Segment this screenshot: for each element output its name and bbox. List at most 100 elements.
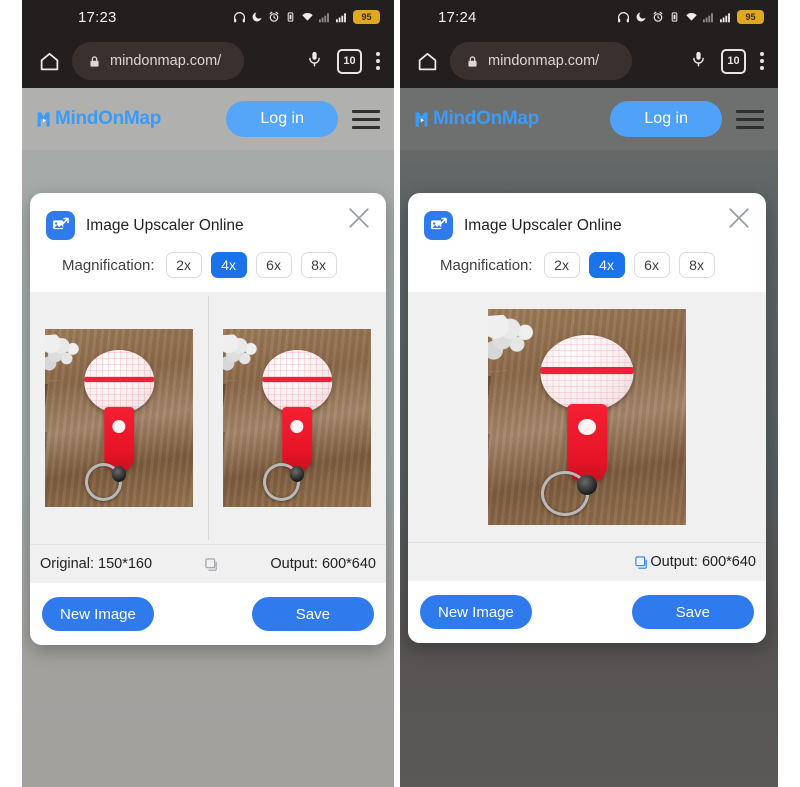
- microphone-icon[interactable]: [690, 49, 707, 74]
- original-preview-pane: [30, 292, 208, 544]
- dialog-footer: New Image Save: [408, 581, 766, 643]
- moon-dnd-icon: [636, 12, 646, 22]
- close-icon[interactable]: [344, 203, 374, 233]
- dialog-title-row: Image Upscaler Online: [46, 211, 370, 240]
- photo-red-handle: [567, 404, 607, 482]
- system-bar: 17:23 95 mindonmap.com/ 10: [22, 0, 394, 88]
- compare-toggle-icon[interactable]: [202, 555, 220, 573]
- hamburger-icon[interactable]: [352, 109, 380, 129]
- dialog-title: Image Upscaler Online: [464, 216, 622, 234]
- output-preview-pane: [408, 292, 766, 542]
- magnification-option-2x[interactable]: 2x: [543, 252, 580, 278]
- wifi-icon: [302, 13, 313, 21]
- new-image-button[interactable]: New Image: [420, 595, 532, 629]
- alarm-icon: [653, 11, 663, 22]
- status-clock: 17:24: [438, 8, 477, 26]
- magnification-label: Magnification:: [62, 256, 155, 274]
- photo-red-band: [84, 377, 154, 383]
- size-info-bar: Output: 600*640: [408, 542, 766, 581]
- dialog-header: Image Upscaler Online Magnification: 2x …: [30, 193, 386, 278]
- magnification-option-4x[interactable]: 4x: [588, 252, 625, 278]
- browser-toolbar: mindonmap.com/ 10: [22, 34, 394, 88]
- moon-dnd-icon: [252, 12, 262, 22]
- site-header: MindOnMap Log in: [400, 88, 778, 150]
- photo-red-handle: [282, 407, 312, 472]
- photo-handle-dot: [578, 419, 596, 436]
- signal-1-icon: [319, 12, 329, 22]
- battery-icon: 95: [353, 10, 380, 24]
- dialog-header: Image Upscaler Online Magnification: 2x …: [408, 193, 766, 278]
- dialog-title-row: Image Upscaler Online: [424, 211, 750, 240]
- address-bar[interactable]: mindonmap.com/: [72, 42, 244, 80]
- magnification-option-4x[interactable]: 4x: [210, 252, 247, 278]
- upscaled-image: [488, 309, 686, 525]
- status-clock: 17:23: [78, 8, 117, 26]
- address-bar-url: mindonmap.com/: [488, 53, 600, 69]
- vibrate-icon: [671, 12, 678, 22]
- page-viewport-right: MindOnMap Log in Image Upscaler Online M…: [400, 88, 778, 787]
- photo-red-band: [540, 367, 634, 374]
- site-header: MindOnMap Log in: [22, 88, 394, 150]
- phone-screenshot-left: 17:23 95 mindonmap.com/ 10 MindOnMap Log…: [22, 0, 394, 787]
- output-preview-pane: [208, 292, 386, 544]
- compare-toggle-icon[interactable]: [632, 553, 650, 571]
- original-image: [45, 329, 193, 507]
- address-bar[interactable]: mindonmap.com/: [450, 42, 632, 80]
- login-button[interactable]: Log in: [226, 101, 338, 137]
- page-viewport-left: MindOnMap Log in Image Upscaler Online M…: [22, 88, 394, 787]
- magnification-option-8x[interactable]: 8x: [300, 252, 337, 278]
- home-icon[interactable]: [410, 51, 444, 72]
- magnification-label: Magnification:: [440, 256, 533, 274]
- photo-red-handle: [104, 407, 134, 472]
- save-button[interactable]: Save: [631, 595, 754, 629]
- kebab-menu-icon[interactable]: [376, 52, 380, 70]
- signal-1-icon: [703, 12, 713, 22]
- hamburger-icon[interactable]: [736, 109, 764, 129]
- lock-icon: [468, 55, 477, 67]
- address-bar-url: mindonmap.com/: [110, 53, 222, 69]
- image-upscaler-icon: [424, 211, 453, 240]
- mindonmap-m-icon: [414, 110, 433, 129]
- upscaler-dialog-left: Image Upscaler Online Magnification: 2x …: [30, 193, 386, 645]
- site-logo-text: MindOnMap: [433, 108, 540, 129]
- kebab-menu-icon[interactable]: [760, 52, 764, 70]
- screenshot-canvas: 17:23 95 mindonmap.com/ 10 MindOnMap Log…: [0, 0, 800, 787]
- preview-area: [408, 292, 766, 542]
- new-image-button[interactable]: New Image: [42, 597, 154, 631]
- home-icon[interactable]: [32, 51, 66, 72]
- output-size-label: Output: 600*640: [270, 556, 376, 572]
- preview-divider: [208, 296, 209, 540]
- magnification-option-6x[interactable]: 6x: [633, 252, 670, 278]
- save-button[interactable]: Save: [251, 597, 374, 631]
- mindonmap-m-icon: [36, 110, 55, 129]
- status-icon-group: 95: [617, 10, 764, 24]
- close-icon[interactable]: [724, 203, 754, 233]
- site-logo[interactable]: MindOnMap: [36, 108, 161, 130]
- microphone-icon[interactable]: [306, 49, 323, 74]
- original-size-label: Original: 150*160: [40, 556, 153, 572]
- site-logo[interactable]: MindOnMap: [414, 108, 539, 130]
- tab-counter[interactable]: 10: [721, 48, 746, 74]
- headphones-icon: [618, 11, 629, 22]
- output-size-label: Output: 600*640: [650, 554, 756, 570]
- alarm-icon: [269, 11, 279, 22]
- upscaled-image: [223, 329, 371, 507]
- headphones-icon: [234, 11, 245, 22]
- vibrate-icon: [287, 12, 294, 22]
- login-button[interactable]: Log in: [610, 101, 722, 137]
- magnification-row: Magnification: 2x 4x 6x 8x: [440, 252, 750, 278]
- status-bar: 17:24 95: [400, 0, 778, 34]
- status-icon-group: 95: [233, 10, 380, 24]
- status-bar: 17:23 95: [22, 0, 394, 34]
- browser-toolbar: mindonmap.com/ 10: [400, 34, 778, 88]
- tab-counter[interactable]: 10: [337, 48, 362, 74]
- site-logo-text: MindOnMap: [55, 108, 162, 129]
- magnification-option-8x[interactable]: 8x: [678, 252, 715, 278]
- magnification-option-6x[interactable]: 6x: [255, 252, 292, 278]
- photo-red-band: [262, 377, 332, 383]
- magnification-option-2x[interactable]: 2x: [165, 252, 202, 278]
- dialog-title: Image Upscaler Online: [86, 216, 244, 234]
- photo-clasp: [577, 475, 597, 495]
- image-upscaler-icon: [46, 211, 75, 240]
- lock-icon: [90, 55, 99, 67]
